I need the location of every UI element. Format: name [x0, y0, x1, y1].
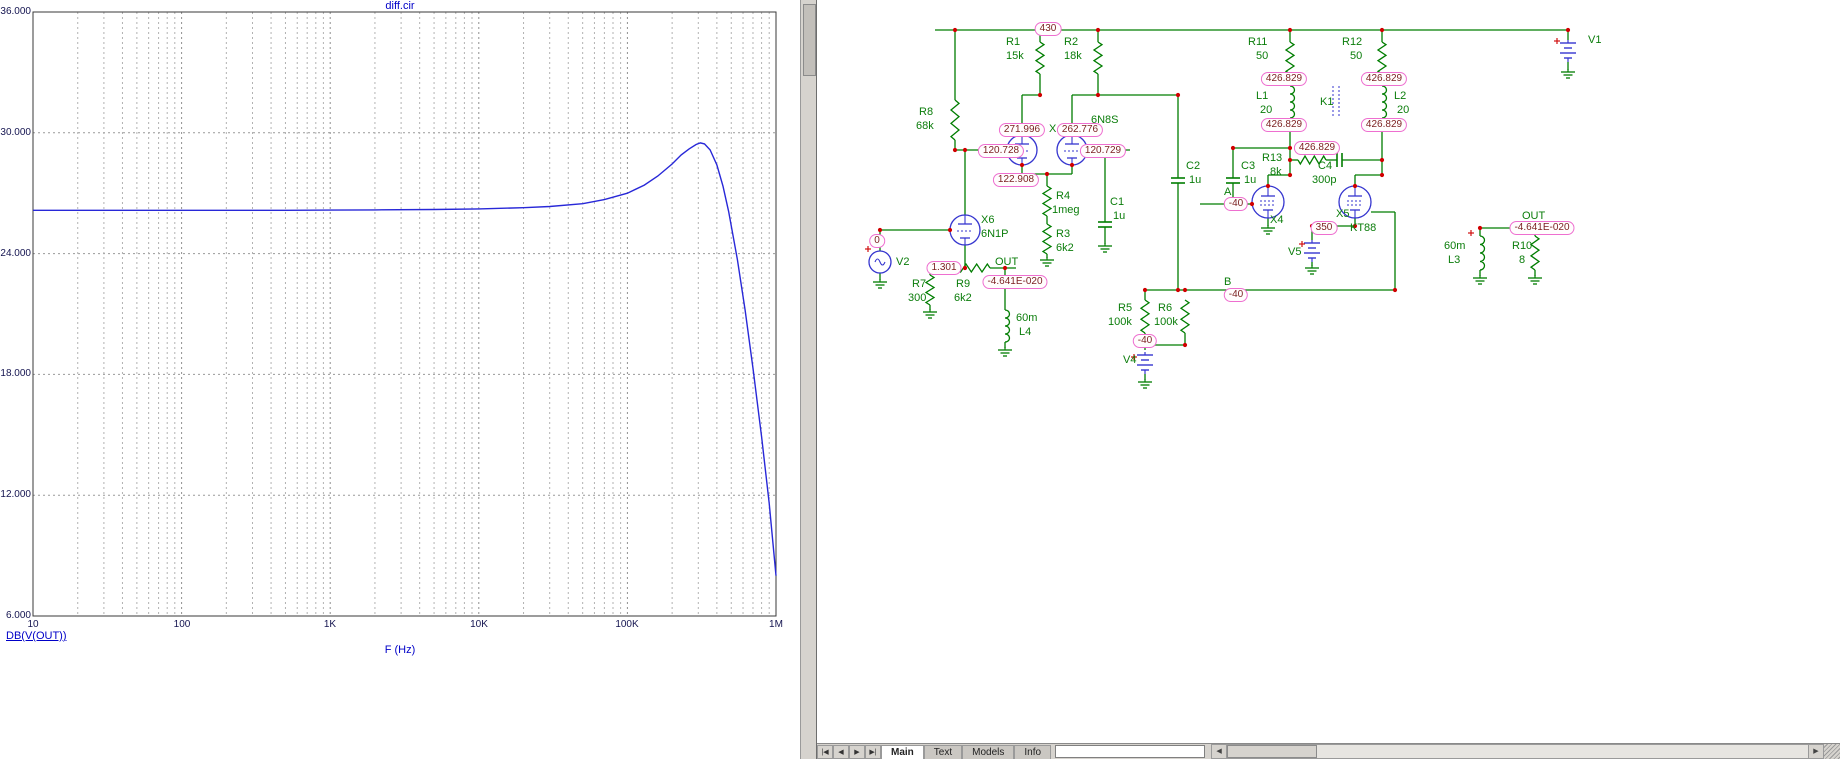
prev-page-button[interactable]: ◀	[833, 745, 849, 759]
tab-models[interactable]: Models	[962, 745, 1015, 759]
scrollbar-thumb[interactable]	[803, 4, 816, 76]
y-tick-label: 36.000	[0, 6, 31, 17]
schematic-canvas[interactable]	[817, 0, 1840, 743]
y-tick-label: 18.000	[0, 368, 31, 379]
page-name-field[interactable]	[1055, 745, 1206, 758]
curve-legend[interactable]: DB(V(OUT))	[6, 630, 67, 642]
next-page-button[interactable]: ▶	[849, 745, 865, 759]
tab-main[interactable]: Main	[881, 745, 924, 759]
x-tick-label: 100K	[615, 619, 639, 630]
schematic-statusbar: |◀ ◀ ▶ ▶| Main Text Models Info ◀ ▶	[817, 743, 1840, 759]
x-axis-label: F (Hz)	[384, 644, 416, 656]
y-tick-label: 30.000	[0, 127, 31, 138]
x-tick-label: 10	[27, 619, 39, 630]
x-tick-label: 1M	[769, 619, 783, 630]
scroll-right-button[interactable]: ▶	[1808, 744, 1824, 759]
x-tick-label: 10K	[470, 619, 488, 630]
horizontal-scrollbar[interactable]: ◀ ▶	[1211, 744, 1824, 759]
x-tick-label: 100	[173, 619, 191, 630]
last-page-button[interactable]: ▶|	[865, 745, 881, 759]
tab-info[interactable]: Info	[1014, 745, 1052, 759]
scroll-left-button[interactable]: ◀	[1211, 744, 1228, 759]
y-tick-label: 12.000	[0, 489, 31, 500]
tab-text[interactable]: Text	[923, 745, 963, 759]
first-page-button[interactable]: |◀	[817, 745, 833, 759]
scrollbar-thumb[interactable]	[1227, 745, 1318, 758]
y-tick-label: 24.000	[0, 248, 31, 259]
resize-grip[interactable]	[1824, 744, 1840, 759]
x-tick-label: 1K	[323, 619, 337, 630]
plot-vertical-scrollbar[interactable]	[800, 0, 817, 759]
plot-canvas[interactable]	[0, 0, 800, 660]
schematic-window	[817, 0, 1840, 743]
microcap-workspace: diff.cir 36.000 30.000 24.000 18.000 12.…	[0, 0, 1840, 759]
scrollbar-track[interactable]	[1227, 744, 1808, 759]
analysis-plot-window: diff.cir 36.000 30.000 24.000 18.000 12.…	[0, 0, 800, 759]
